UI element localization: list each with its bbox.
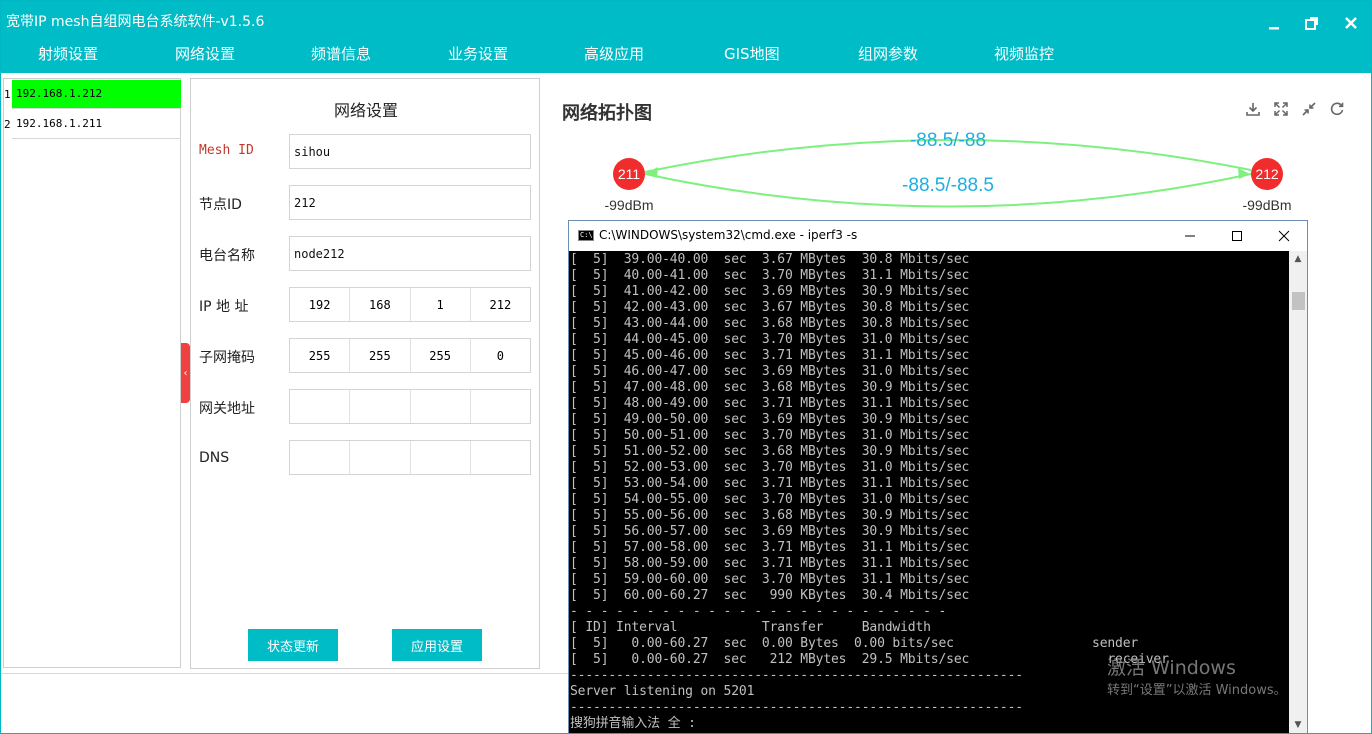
dns-octet-input[interactable]	[411, 441, 471, 474]
gateway-field	[289, 389, 531, 424]
node-list-item[interactable]: 2 192.168.1.211	[4, 110, 182, 140]
topology-toolbar	[1244, 100, 1346, 118]
menu-gis-map[interactable]: GIS地图	[724, 43, 780, 64]
ip-address-label: IP 地 址	[199, 299, 249, 315]
status-bar	[1, 673, 568, 733]
minimize-icon[interactable]	[1262, 11, 1286, 35]
panel-title: 网络设置	[333, 101, 398, 120]
mesh-id-field[interactable]: sihou	[289, 134, 531, 169]
cmd-maximize-icon[interactable]	[1222, 225, 1252, 247]
gateway-octet-input[interactable]	[290, 390, 351, 423]
cmd-minimize-icon[interactable]	[1175, 225, 1205, 247]
dns-octet-input[interactable]	[350, 441, 411, 474]
console-text: [ 5] 39.00-40.00 sec 3.67 MBytes 30.8 Mb…	[570, 252, 1169, 731]
scroll-down-icon[interactable]: ▼	[1289, 717, 1307, 733]
node-id-field[interactable]: 212	[289, 185, 531, 220]
app-title: 宽带IP mesh自组网电台系统软件-v1.5.6	[6, 14, 265, 30]
ip-address-field: 192 168 1 212	[289, 287, 531, 322]
title-bar: 宽带IP mesh自组网电台系统软件-v1.5.6 射频设置 网络设置 频谱信息…	[1, 1, 1371, 73]
menu-rf-settings[interactable]: 射频设置	[38, 43, 98, 64]
menu-spectrum-info[interactable]: 频谱信息	[311, 43, 371, 64]
gateway-octet-input[interactable]	[471, 390, 530, 423]
menu-video-monitor[interactable]: 视频监控	[994, 43, 1054, 64]
radio-name-field[interactable]: node212	[289, 236, 531, 271]
menu-network-settings[interactable]: 网络设置	[175, 43, 235, 64]
mesh-id-label: Mesh ID	[199, 143, 254, 158]
subnet-mask-field: 255 255 255 0	[289, 338, 531, 373]
console-scrollbar[interactable]: ▲ ▼	[1289, 251, 1307, 733]
dns-octet-input[interactable]	[290, 441, 351, 474]
gateway-octet-input[interactable]	[350, 390, 411, 423]
activation-watermark-title: 激活 Windows	[1107, 657, 1236, 679]
cmd-title-bar[interactable]: C:\ C:\WINDOWS\system32\cmd.exe - iperf3…	[569, 221, 1307, 250]
gateway-label: 网关地址	[199, 401, 255, 417]
node-signal: -99dBm	[1242, 197, 1291, 213]
node-ip: 192.168.1.212	[12, 80, 181, 109]
gateway-octet-input[interactable]	[411, 390, 471, 423]
status-refresh-button[interactable]: 状态更新	[248, 629, 338, 661]
apply-settings-button[interactable]: 应用设置	[392, 629, 482, 661]
chevron-left-icon: ‹	[183, 367, 188, 379]
subnet-mask-label: 子网掩码	[199, 350, 255, 366]
link-label: -88.5/-88.5	[902, 175, 994, 196]
console-icon: C:\	[578, 230, 594, 241]
radio-name-label: 电台名称	[199, 248, 255, 264]
activation-watermark-text: 转到“设置”以激活 Windows。	[1107, 683, 1287, 698]
mask-octet-input[interactable]: 255	[411, 339, 471, 372]
main-menu: 射频设置 网络设置 频谱信息 业务设置 高级应用 GIS地图 组网参数 视频监控	[1, 39, 1371, 69]
fullscreen-icon[interactable]	[1272, 100, 1290, 118]
node-id-label: 212	[1255, 166, 1279, 182]
restore-icon[interactable]	[1300, 11, 1324, 35]
node-list: 1 192.168.1.212 2 192.168.1.211	[3, 78, 181, 668]
collapse-panel-handle[interactable]: ‹	[181, 343, 190, 403]
ip-octet-input[interactable]: 1	[411, 288, 471, 321]
dns-octet-input[interactable]	[471, 441, 530, 474]
node-id-label: 211	[618, 166, 641, 182]
menu-service-settings[interactable]: 业务设置	[448, 43, 508, 64]
mask-octet-input[interactable]: 255	[350, 339, 411, 372]
ip-octet-input[interactable]: 212	[471, 288, 530, 321]
download-icon[interactable]	[1244, 100, 1262, 118]
topology-graph: -88.5/-88 -88.5/-88.5 211 -99dBm 212 -99…	[604, 130, 1291, 213]
menu-advanced[interactable]: 高级应用	[584, 43, 644, 64]
node-index: 2	[4, 118, 11, 131]
scroll-up-icon[interactable]: ▲	[1289, 251, 1307, 268]
close-icon[interactable]	[1339, 11, 1363, 35]
cmd-title: C:\WINDOWS\system32\cmd.exe - iperf3 -s	[599, 228, 858, 242]
node-index: 1	[4, 88, 11, 101]
node-id-label: 节点ID	[199, 197, 242, 213]
node-signal: -99dBm	[604, 197, 653, 213]
shrink-icon[interactable]	[1300, 100, 1318, 118]
dns-label: DNS	[199, 450, 230, 466]
menu-network-params[interactable]: 组网参数	[858, 43, 918, 64]
mask-octet-input[interactable]: 0	[471, 339, 530, 372]
ip-octet-input[interactable]: 168	[350, 288, 411, 321]
dns-field	[289, 440, 531, 475]
node-list-item[interactable]: 1 192.168.1.212	[4, 80, 182, 110]
node-ip: 192.168.1.211	[12, 110, 181, 139]
scroll-thumb[interactable]	[1292, 292, 1305, 310]
refresh-icon[interactable]	[1328, 100, 1346, 118]
ip-octet-input[interactable]: 192	[290, 288, 351, 321]
mask-octet-input[interactable]: 255	[290, 339, 351, 372]
cmd-close-icon[interactable]	[1269, 225, 1299, 247]
network-settings-panel: 网络设置 Mesh ID sihou 节点ID 212 电台名称 node212…	[190, 78, 540, 669]
app-window: 宽带IP mesh自组网电台系统软件-v1.5.6 射频设置 网络设置 频谱信息…	[0, 0, 1372, 734]
link-label: -88.5/-88	[910, 130, 986, 151]
